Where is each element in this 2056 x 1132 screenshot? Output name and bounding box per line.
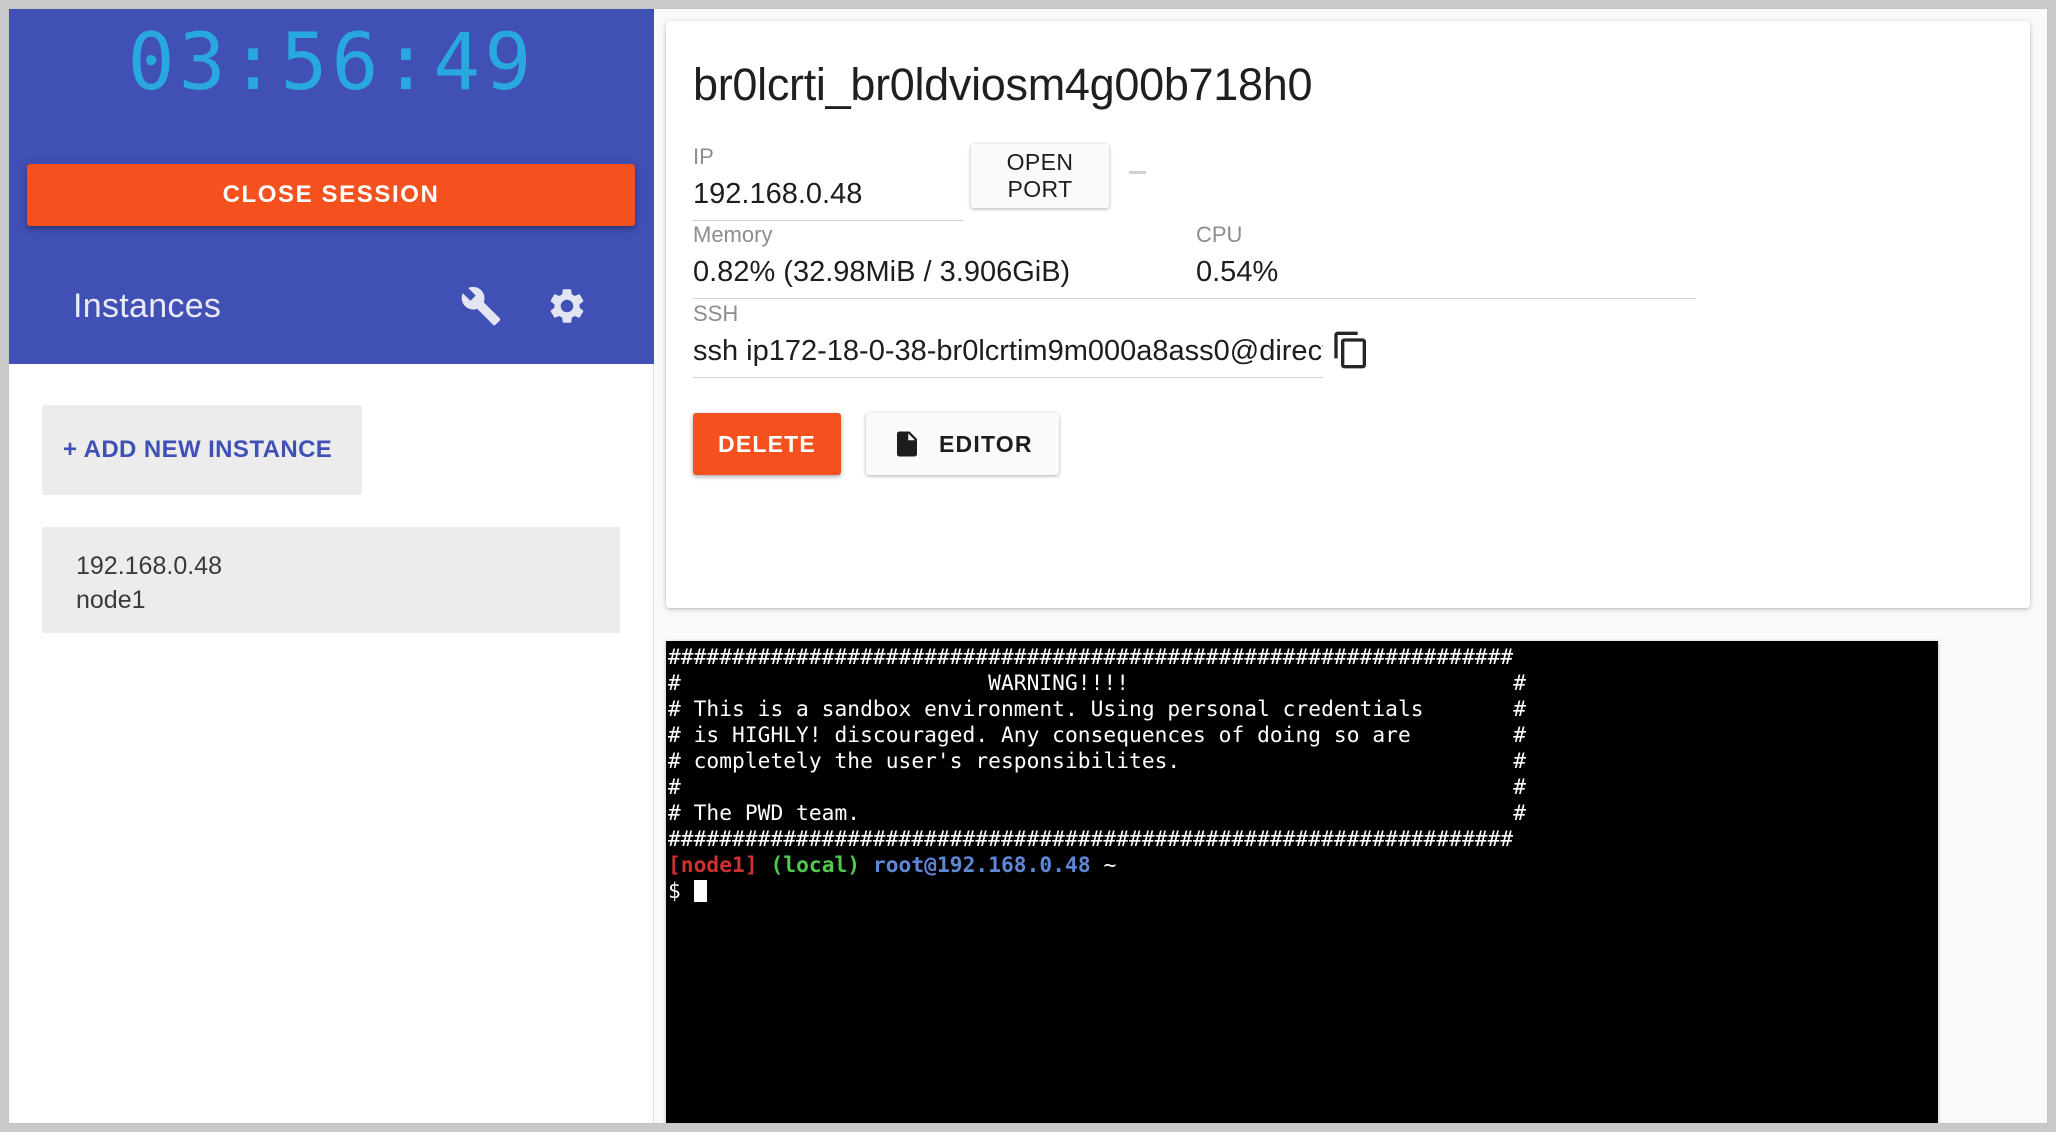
terminal-banner-line: # This is a sandbox environment. Using p… bbox=[668, 696, 1526, 721]
terminal[interactable]: ########################################… bbox=[666, 641, 1938, 1123]
file-document-icon bbox=[892, 429, 922, 459]
terminal-cursor bbox=[693, 880, 707, 902]
instance-name: node1 bbox=[76, 586, 146, 614]
instances-title: Instances bbox=[73, 286, 222, 325]
sidebar-header: 03:56:49 CLOSE SESSION Instances bbox=[9, 9, 654, 364]
terminal-content: ########################################… bbox=[666, 641, 1938, 904]
instance-info-card: br0lcrti_br0ldviosm4g00b718h0 IP 192.168… bbox=[666, 21, 2030, 608]
add-new-instance-button[interactable]: + ADD NEW INSTANCE bbox=[42, 405, 362, 495]
cpu-underline bbox=[1196, 298, 1696, 299]
card-action-bar: DELETE EDITOR bbox=[693, 413, 1059, 475]
session-timer: 03:56:49 bbox=[127, 18, 536, 108]
cpu-value: 0.54% bbox=[1196, 256, 1279, 288]
port-number-input-underline[interactable] bbox=[1129, 171, 1146, 174]
ip-field: IP 192.168.0.48 bbox=[693, 143, 963, 221]
instances-header-actions bbox=[460, 285, 588, 327]
close-session-button[interactable]: CLOSE SESSION bbox=[27, 164, 635, 226]
page-title: br0lcrti_br0ldviosm4g00b718h0 bbox=[693, 59, 1313, 110]
instances-header: Instances bbox=[9, 271, 654, 341]
terminal-banner-line: # # bbox=[668, 774, 1526, 799]
content-copy-icon bbox=[1331, 330, 1379, 370]
copy-ssh-button[interactable] bbox=[1331, 326, 1379, 374]
app-window: 03:56:49 CLOSE SESSION Instances + ADD N… bbox=[8, 8, 2048, 1124]
ssh-value[interactable]: ssh ip172-18-0-38-br0lcrtim9m000a8ass0@d… bbox=[693, 328, 1323, 374]
terminal-banner-line: # The PWD team. # bbox=[668, 800, 1526, 825]
sidebar-body: + ADD NEW INSTANCE 192.168.0.48 node1 bbox=[9, 364, 654, 1123]
gear-icon[interactable] bbox=[546, 285, 588, 327]
instance-list-item[interactable]: 192.168.0.48 node1 bbox=[42, 527, 620, 633]
editor-button[interactable]: EDITOR bbox=[866, 413, 1059, 475]
main-panel: br0lcrti_br0ldviosm4g00b718h0 IP 192.168… bbox=[654, 9, 2047, 1123]
prompt-scope: (local) bbox=[770, 852, 861, 877]
prompt-symbol: $ bbox=[668, 878, 681, 903]
ssh-underline bbox=[693, 377, 1323, 378]
prompt-host: [node1] bbox=[668, 852, 758, 877]
ip-label: IP bbox=[693, 144, 714, 169]
instance-ip: 192.168.0.48 bbox=[76, 552, 222, 580]
editor-button-label: EDITOR bbox=[939, 430, 1033, 457]
prompt-user: root@192.168.0.48 bbox=[872, 852, 1091, 877]
wrench-icon[interactable] bbox=[460, 285, 502, 327]
open-port-button[interactable]: OPEN PORT bbox=[971, 144, 1109, 208]
delete-button[interactable]: DELETE bbox=[693, 413, 841, 475]
cpu-field: CPU 0.54% bbox=[1196, 221, 1696, 299]
ssh-field: SSH ssh ip172-18-0-38-br0lcrtim9m000a8as… bbox=[693, 300, 1323, 378]
terminal-banner-line: ########################################… bbox=[668, 826, 1514, 851]
sidebar: 03:56:49 CLOSE SESSION Instances + ADD N… bbox=[9, 9, 654, 1123]
ip-value[interactable]: 192.168.0.48 bbox=[693, 171, 963, 217]
terminal-banner-line: # completely the user's responsibilites.… bbox=[668, 748, 1526, 773]
cpu-label: CPU bbox=[1196, 222, 1243, 247]
terminal-banner-line: # is HIGHLY! discouraged. Any consequenc… bbox=[668, 722, 1526, 747]
terminal-banner-line: ########################################… bbox=[668, 644, 1514, 669]
ssh-label: SSH bbox=[693, 301, 739, 326]
prompt-cwd: ~ bbox=[1103, 852, 1117, 877]
terminal-banner-line: # WARNING!!!! # bbox=[668, 670, 1526, 695]
